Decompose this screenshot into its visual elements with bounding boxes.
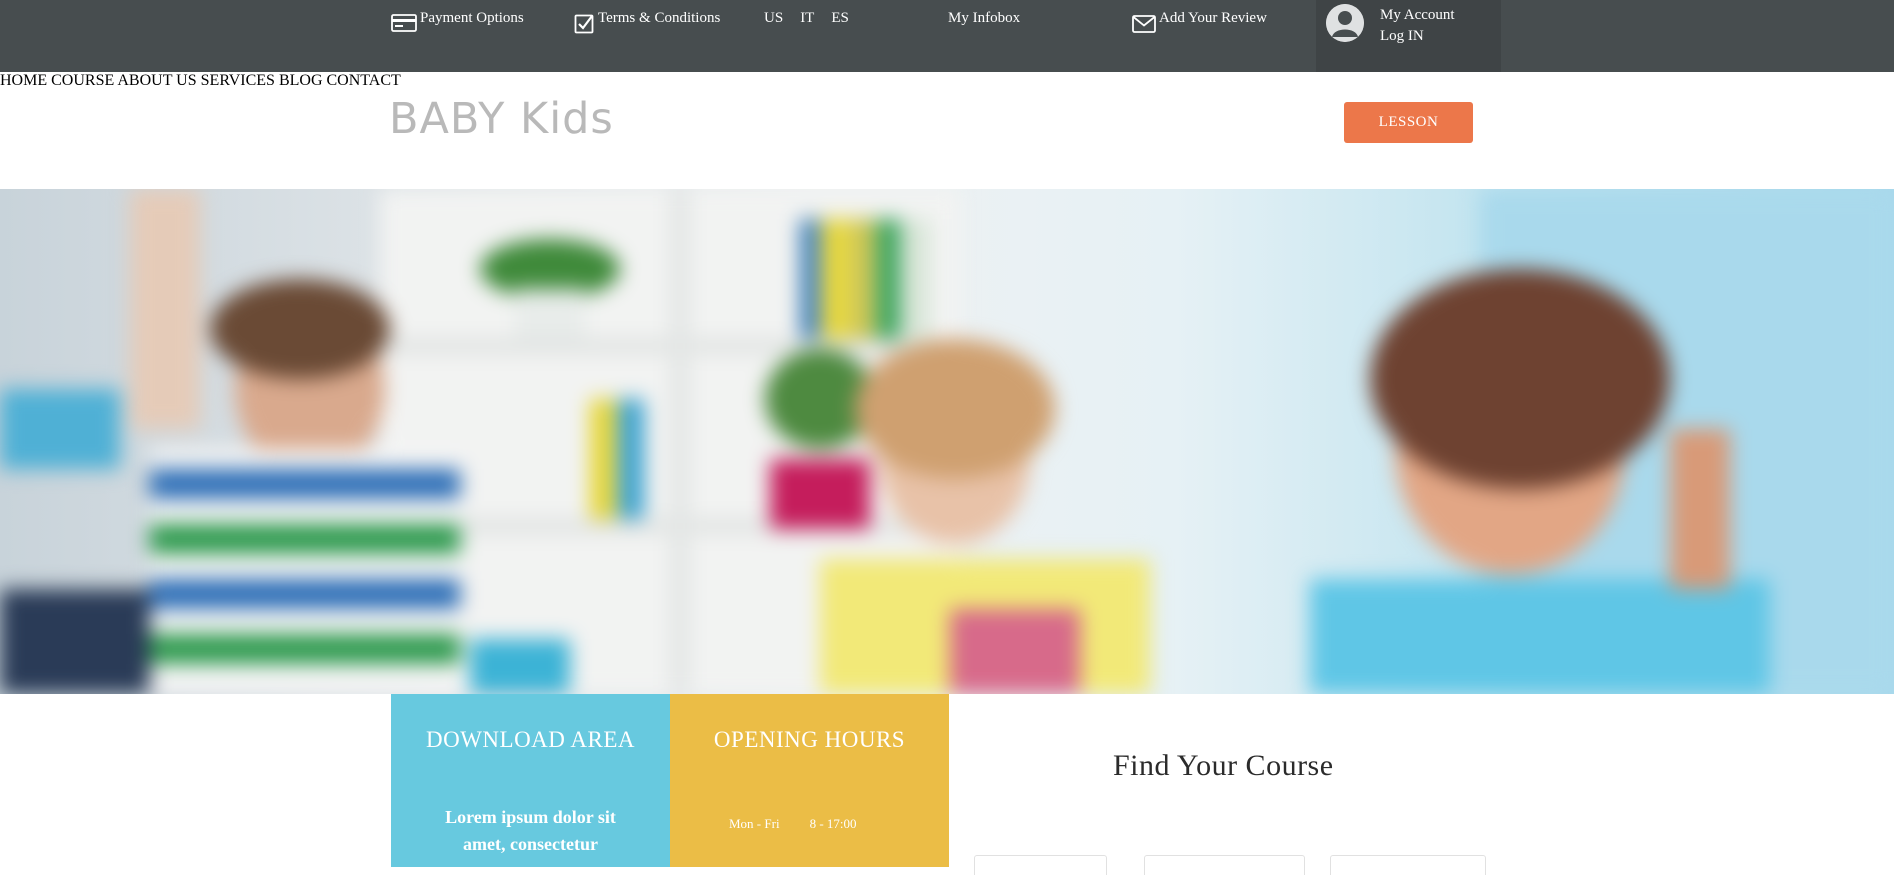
terms-conditions-label: Terms & Conditions <box>598 10 721 26</box>
hours-row: Mon - Fri 8 - 17:00 <box>729 816 857 832</box>
add-review-label: Add Your Review <box>1159 10 1267 26</box>
my-account-link[interactable]: My Account <box>1380 5 1455 26</box>
hours-days: Mon - Fri <box>729 816 780 831</box>
envelope-icon <box>1132 15 1156 33</box>
download-area-title: DOWNLOAD AREA <box>425 727 635 752</box>
course-filter-field[interactable] <box>1144 855 1305 875</box>
login-link[interactable]: Log IN <box>1380 26 1455 47</box>
course-filter-field[interactable] <box>1330 855 1486 875</box>
language-es[interactable]: ES <box>831 10 849 27</box>
user-icon[interactable] <box>1326 4 1364 42</box>
language-it[interactable]: IT <box>800 10 814 27</box>
add-review-link[interactable]: Add Your Review <box>1132 10 1267 33</box>
payment-options-label: Payment Options <box>420 10 524 26</box>
terms-conditions-link[interactable]: Terms & Conditions <box>574 10 720 34</box>
course-filter-field[interactable] <box>974 855 1107 875</box>
my-infobox-label: My Infobox <box>948 10 1021 26</box>
language-switcher: US IT ES <box>764 10 849 27</box>
main-nav: HOME COURSE ABOUT US SERVICES BLOG CONTA… <box>0 72 1894 90</box>
download-area-text: Lorem ipsum dolor sit amet, consectetur <box>445 807 616 854</box>
credit-card-icon <box>391 14 417 32</box>
account-panel: My Account Log IN <box>1316 0 1501 72</box>
my-infobox-link[interactable]: My Infobox <box>948 10 1020 27</box>
opening-hours-panel: OPENING HOURS Mon - Fri 8 - 17:00 <box>670 694 949 867</box>
site-logo[interactable]: BABY Kids <box>389 94 614 144</box>
find-course-title: Find Your Course <box>1113 749 1334 782</box>
lesson-button[interactable]: LESSON <box>1344 102 1473 143</box>
nav-services[interactable]: SERVICES <box>201 72 275 89</box>
hero-image <box>0 189 1894 694</box>
nav-course[interactable]: COURSE <box>51 72 114 89</box>
nav-blog[interactable]: BLOG <box>279 72 323 89</box>
checkbox-icon <box>574 13 595 34</box>
nav-contact[interactable]: CONTACT <box>327 72 401 89</box>
language-us[interactable]: US <box>764 10 783 27</box>
nav-home[interactable]: HOME <box>0 72 47 89</box>
hero-photo <box>0 189 1894 694</box>
site-header: BABY Kids HOME COURSE ABOUT US SERVICES … <box>0 72 1894 189</box>
payment-options-link[interactable]: Payment Options <box>391 10 524 32</box>
account-links: My Account Log IN <box>1380 5 1455 47</box>
opening-hours-title: OPENING HOURS <box>713 727 906 752</box>
download-area-panel: DOWNLOAD AREA Lorem ipsum dolor sit amet… <box>391 694 670 867</box>
top-bar: Payment Options Terms & Conditions US IT… <box>0 0 1894 72</box>
hours-time: 8 - 17:00 <box>809 816 857 831</box>
nav-about-us[interactable]: ABOUT US <box>117 72 196 89</box>
